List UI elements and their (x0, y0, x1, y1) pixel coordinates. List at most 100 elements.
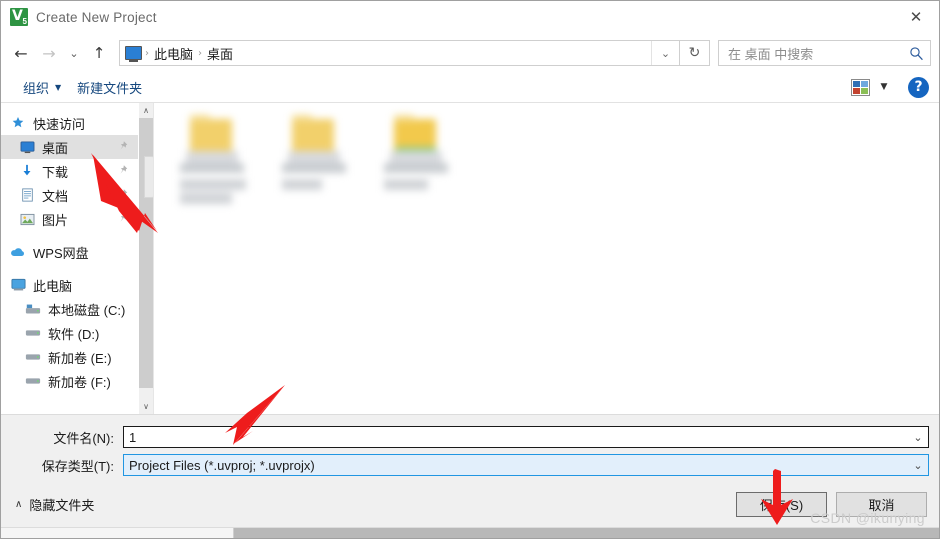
filename-label: 文件名(N): (53, 430, 114, 446)
chevron-down-icon[interactable]: ⌄ (908, 431, 928, 444)
filetype-row: 保存类型(T): Project Files (*.uvproj; *.uvpr… (11, 453, 929, 477)
cloud-icon (9, 244, 27, 260)
scrollbar-track[interactable] (139, 118, 160, 399)
scroll-down-icon[interactable]: ∨ (139, 399, 153, 414)
sidebar-item-pictures[interactable]: 图片 (1, 207, 138, 231)
this-pc-icon (9, 277, 27, 293)
sidebar-item-desktop[interactable]: 桌面 (1, 135, 138, 159)
breadcrumb-item-desktop[interactable]: 桌面 (203, 44, 237, 63)
sidebar-item-label: 软件 (D:) (48, 326, 100, 342)
sidebar-separator (1, 264, 138, 273)
scroll-up-icon[interactable]: ∧ (139, 103, 153, 118)
window-title: Create New Project (36, 9, 157, 25)
watermark: CSDN @ikunying (810, 510, 925, 526)
sidebar-item-label: 新加卷 (E:) (48, 350, 112, 366)
filename-row: 文件名(N): 1 ⌄ (11, 425, 929, 449)
sidebar-separator (1, 231, 138, 240)
chevron-up-icon: ∧ (15, 498, 23, 510)
navigation-pane: 快速访问 桌面 下载 文档 图片 WPS网盘 此电脑 本地磁盘 (C:) 软件 … (1, 103, 138, 414)
search-input[interactable]: 在 桌面 中搜索 (728, 44, 909, 63)
list-item[interactable] (380, 115, 454, 209)
list-item-label (380, 179, 454, 209)
chevron-down-icon[interactable]: ⌄ (908, 459, 928, 472)
local-disk-icon (24, 301, 42, 317)
filename-input[interactable]: 1 ⌄ (123, 426, 929, 448)
close-icon[interactable]: ✕ (893, 1, 939, 33)
downloads-arrow-icon (18, 163, 36, 179)
filetype-label: 保存类型(T): (41, 458, 114, 474)
sidebar-item-label: 文档 (42, 188, 69, 204)
forward-button: → (42, 43, 56, 63)
documents-icon (18, 187, 36, 203)
sidebar-item-quick-access[interactable]: 快速访问 (1, 111, 138, 135)
search-box[interactable]: 在 桌面 中搜索 (718, 40, 931, 66)
titlebar: V 5 Create New Project ✕ (1, 1, 939, 34)
folder-thumbnail-icon (278, 115, 352, 177)
sidebar-item-label: WPS网盘 (33, 245, 89, 261)
app-icon-version: 5 (22, 17, 27, 26)
drive-icon (24, 349, 42, 365)
back-button[interactable]: ← (7, 40, 35, 66)
sidebar-item-label: 下载 (42, 164, 69, 180)
file-list-pane[interactable] (153, 103, 939, 414)
organize-label: 组织 (23, 80, 50, 96)
sidebar-item-drive-d[interactable]: 软件 (D:) (1, 321, 138, 345)
up-button[interactable]: ↑ (85, 40, 113, 66)
breadcrumb-item-this-pc[interactable]: 此电脑 (150, 44, 197, 63)
hide-folders-toggle[interactable]: ∧ 隐藏文件夹 (9, 495, 94, 514)
sidebar-item-drive-e[interactable]: 新加卷 (E:) (1, 345, 138, 369)
sidebar-item-label: 此电脑 (33, 278, 73, 294)
app-icon-letter: V (12, 8, 23, 24)
list-item-label (278, 179, 352, 209)
view-options-chevron-icon[interactable]: ▼ (874, 77, 894, 97)
drive-icon (24, 325, 42, 341)
pin-icon[interactable] (117, 212, 128, 225)
desktop-icon (18, 139, 36, 155)
refresh-icon[interactable]: ↻ (680, 40, 710, 66)
navigation-bar: ← → ⌄ ↑ › 此电脑 › 桌面 ⌄ ↻ 在 桌面 中搜索 (1, 34, 939, 72)
sidebar-scrollbar[interactable]: ∧ ∨ (138, 103, 160, 414)
search-icon (910, 46, 923, 60)
new-folder-button[interactable]: 新建文件夹 (69, 76, 150, 98)
create-new-project-dialog: V 5 Create New Project ✕ ← → ⌄ ↑ › 此电脑 ›… (0, 0, 940, 539)
sidebar-item-downloads[interactable]: 下载 (1, 159, 138, 183)
pin-icon[interactable] (117, 188, 128, 201)
quick-access-star-icon (9, 115, 27, 131)
dialog-footer: ∧ 隐藏文件夹 保存(S) 取消 CSDN @ikunying (1, 481, 939, 527)
command-bar-right: ▼ ? (851, 76, 929, 98)
scrollbar-thumb-horizontal[interactable] (234, 528, 939, 538)
horizontal-scrollbar[interactable] (1, 527, 939, 538)
sidebar-item-label: 图片 (42, 212, 69, 228)
save-form: 文件名(N): 1 ⌄ 保存类型(T): Project Files (*.uv… (1, 414, 939, 481)
sidebar-item-label: 快速访问 (33, 116, 86, 132)
this-pc-monitor-icon[interactable] (125, 46, 142, 62)
sidebar-item-documents[interactable]: 文档 (1, 183, 138, 207)
filetype-value: Project Files (*.uvproj; *.uvprojx) (129, 457, 315, 473)
list-item-label (176, 179, 250, 209)
filetype-select[interactable]: Project Files (*.uvproj; *.uvprojx) ⌄ (123, 454, 929, 476)
chevron-down-icon: ▼ (55, 82, 62, 92)
help-icon[interactable]: ? (908, 76, 929, 98)
sidebar-item-this-pc[interactable]: 此电脑 (1, 273, 138, 297)
drive-icon (24, 373, 42, 389)
sidebar-item-label: 桌面 (42, 140, 69, 156)
chevron-down-icon[interactable]: ⌄ (651, 41, 679, 65)
sidebar-item-drive-f[interactable]: 新加卷 (F:) (1, 369, 138, 393)
list-item[interactable] (176, 115, 250, 209)
recent-locations-button[interactable]: ⌄ (63, 40, 85, 66)
hide-folders-label: 隐藏文件夹 (29, 497, 95, 513)
sidebar-item-label: 本地磁盘 (C:) (48, 302, 126, 318)
scrollbar-track-left (1, 528, 234, 538)
sidebar-item-local-disk-c[interactable]: 本地磁盘 (C:) (1, 297, 138, 321)
dialog-body: 快速访问 桌面 下载 文档 图片 WPS网盘 此电脑 本地磁盘 (C:) 软件 … (1, 103, 939, 414)
list-item[interactable] (278, 115, 352, 209)
pin-icon[interactable] (117, 164, 128, 177)
address-bar[interactable]: › 此电脑 › 桌面 ⌄ (119, 40, 680, 66)
organize-button[interactable]: 组织 ▼ (15, 76, 69, 98)
pin-icon[interactable] (117, 140, 128, 153)
view-mode-icon[interactable] (851, 78, 870, 96)
command-bar: 组织 ▼ 新建文件夹 ▼ ? (1, 72, 939, 103)
sidebar-item-wps-cloud[interactable]: WPS网盘 (1, 240, 138, 264)
sidebar-item-label: 新加卷 (F:) (48, 374, 111, 390)
folder-thumbnail-icon (380, 115, 454, 177)
